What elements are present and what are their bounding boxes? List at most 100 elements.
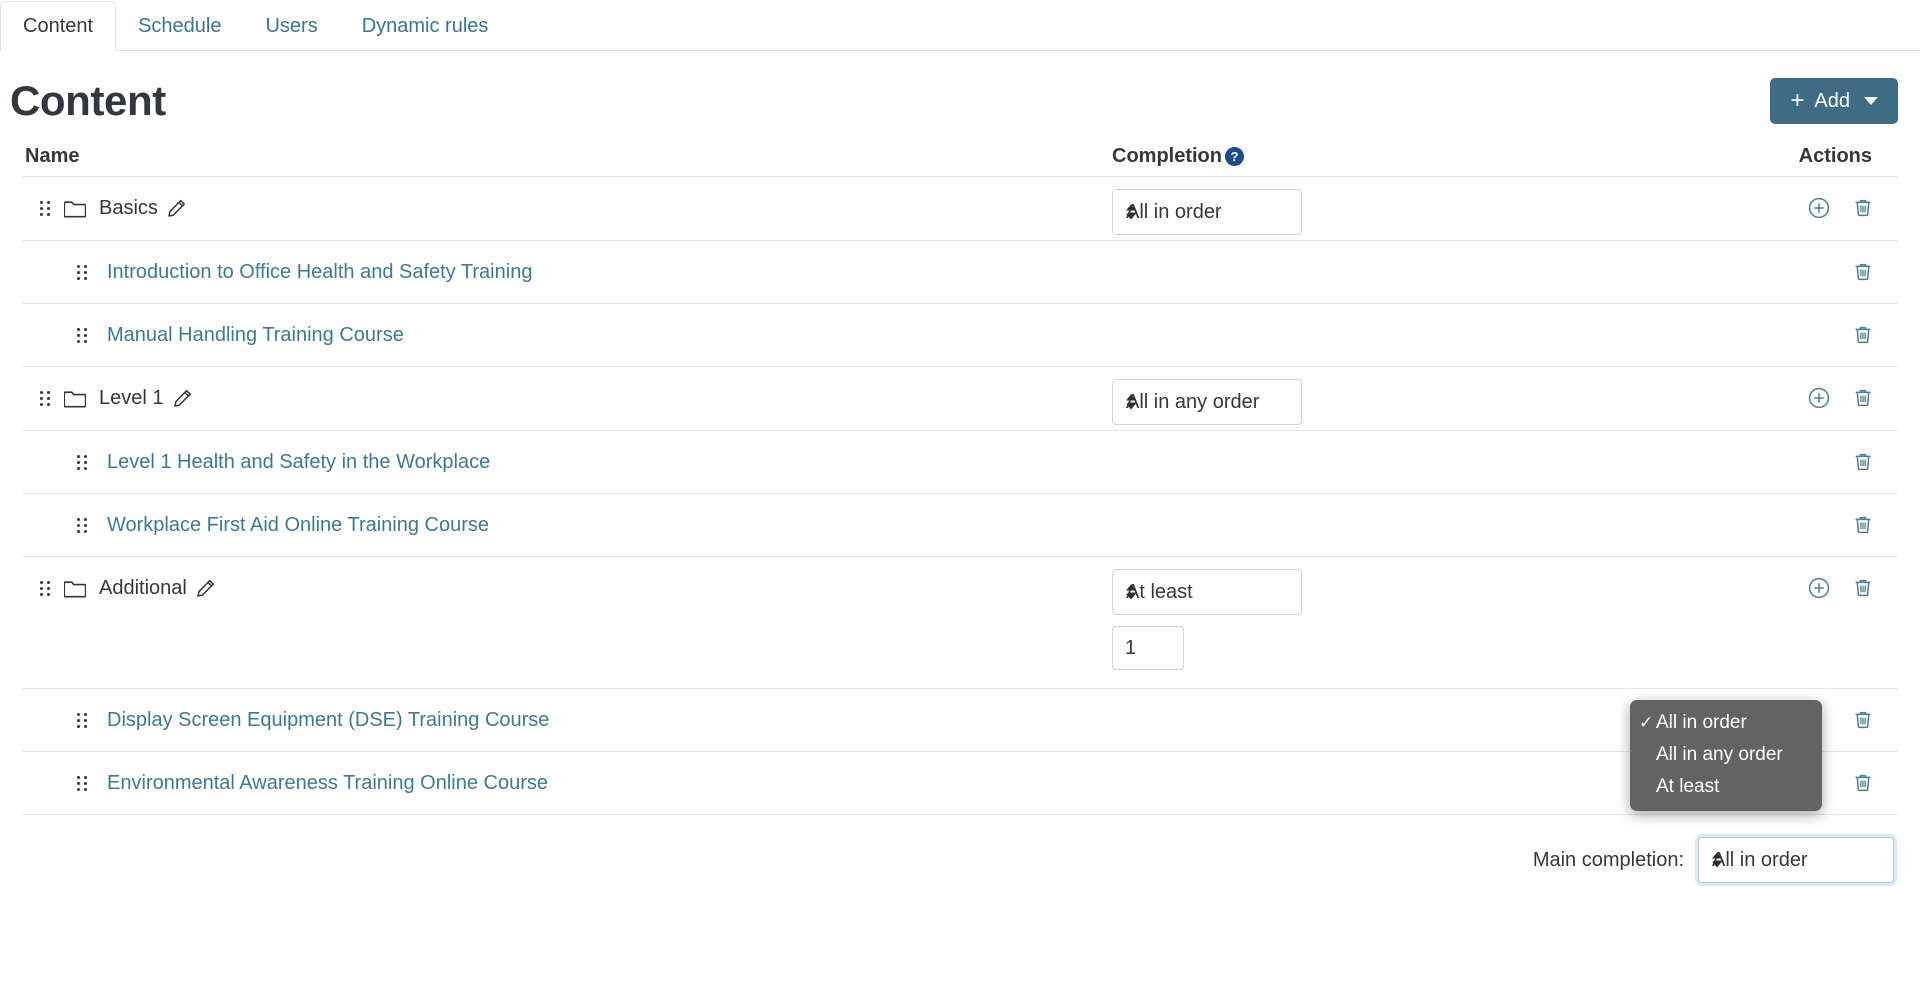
drag-handle-icon[interactable] [40,580,50,596]
help-icon[interactable]: ? [1225,146,1244,166]
drag-handle-icon[interactable] [77,517,87,533]
select-arrows-icon [1126,584,1288,600]
row-name-cell: Basics [22,177,1112,239]
table-row: Workplace First Aid Online Training Cour… [22,494,1898,557]
tab-label: Content [23,15,94,37]
row-completion-cell [1112,241,1772,253]
trash-icon[interactable] [1852,197,1874,219]
dropdown-option-at-least[interactable]: At least [1630,771,1822,803]
check-icon: ✓ [1639,713,1654,732]
main-completion-select[interactable]: All in order [1698,837,1894,883]
table-row: Level 1 Health and Safety in the Workpla… [22,431,1898,494]
row-completion-cell: At least [1112,557,1772,670]
plus-circle-icon[interactable] [1808,197,1830,219]
table-row: Level 1 All in any order [22,367,1898,431]
table-row: Environmental Awareness Training Online … [22,752,1898,815]
plus-icon: + [1790,87,1805,114]
tab-label: Users [265,15,318,37]
dropdown-option-all-in-order[interactable]: ✓ All in order [1630,707,1822,739]
content-item-link[interactable]: Workplace First Aid Online Training Cour… [107,514,489,537]
drag-handle-icon[interactable] [77,775,87,791]
completion-amount-input[interactable] [1112,626,1184,670]
select-arrows-icon [1126,394,1288,410]
content-item-link[interactable]: Level 1 Health and Safety in the Workpla… [107,451,490,474]
row-actions-cell [1772,367,1898,429]
plus-circle-icon[interactable] [1808,387,1830,409]
completion-select[interactable]: At least [1112,569,1302,615]
dropdown-option-label: At least [1656,776,1720,797]
main-completion-footer: Main completion: All in order ✓ All in o… [0,700,1920,883]
row-name-cell: Introduction to Office Health and Safety… [22,241,1112,303]
trash-icon[interactable] [1852,709,1874,731]
tab-dynamic-rules[interactable]: Dynamic rules [340,1,511,51]
content-item-link[interactable]: Introduction to Office Health and Safety… [107,261,532,284]
row-name-cell: Environmental Awareness Training Online … [22,752,1112,814]
content-item-link[interactable]: Environmental Awareness Training Online … [107,772,548,795]
tab-label: Dynamic rules [361,15,489,37]
main-completion-dropdown-menu: ✓ All in order All in any order At least [1630,700,1822,811]
trash-icon[interactable] [1852,387,1874,409]
folder-icon [64,579,86,598]
row-name-cell: Workplace First Aid Online Training Cour… [22,494,1112,556]
trash-icon[interactable] [1852,772,1874,794]
pencil-edit-icon[interactable] [196,579,215,598]
table-header-row: Name Completion ? Actions [22,129,1898,177]
trash-icon[interactable] [1852,577,1874,599]
tab-bar: Content Schedule Users Dynamic rules [0,0,1920,51]
row-name-cell: Additional [22,557,1112,619]
row-actions-cell [1772,304,1898,366]
column-header-actions: Actions [1798,145,1872,167]
completion-select[interactable]: All in order [1112,189,1302,235]
main-completion-label: Main completion: [1532,848,1684,871]
folder-icon [64,199,86,218]
row-completion-cell [1112,494,1772,506]
pencil-edit-icon[interactable] [173,389,192,408]
trash-icon[interactable] [1852,261,1874,283]
folder-icon [64,389,86,408]
drag-handle-icon[interactable] [77,712,87,728]
trash-icon[interactable] [1852,451,1874,473]
content-item-link[interactable]: Display Screen Equipment (DSE) Training … [107,709,549,732]
add-button[interactable]: + Add [1770,78,1898,124]
page-title: Content [10,77,166,124]
dropdown-option-all-in-any-order[interactable]: All in any order [1630,739,1822,771]
dropdown-option-label: All in order [1656,712,1747,733]
group-label: Basics [99,196,158,219]
row-completion-cell: All in any order [1112,367,1772,430]
drag-handle-icon[interactable] [40,390,50,406]
tab-schedule[interactable]: Schedule [116,1,243,51]
row-name-cell: Level 1 Health and Safety in the Workpla… [22,431,1112,493]
tab-label: Schedule [138,15,222,37]
table-row: Manual Handling Training Course [22,304,1898,367]
group-label: Additional [99,576,187,599]
row-completion-cell: All in order [1112,177,1772,240]
drag-handle-icon[interactable] [77,454,87,470]
table-row: Display Screen Equipment (DSE) Training … [22,689,1898,752]
table-row: Basics All in order [22,177,1898,241]
row-completion-cell [1112,304,1772,316]
column-header-completion: Completion ? [1112,145,1772,168]
drag-handle-icon[interactable] [77,327,87,343]
column-header-completion-label: Completion [1112,145,1222,167]
trash-icon[interactable] [1852,324,1874,346]
group-label: Level 1 [99,386,164,409]
row-name-cell: Manual Handling Training Course [22,304,1112,366]
tab-content[interactable]: Content [0,1,117,51]
row-name-cell: Display Screen Equipment (DSE) Training … [22,689,1112,751]
content-item-link[interactable]: Manual Handling Training Course [107,324,404,347]
drag-handle-icon[interactable] [77,264,87,280]
chevron-down-icon [1864,97,1878,105]
add-button-label: Add [1814,89,1850,112]
pencil-edit-icon[interactable] [167,199,186,218]
table-row: Additional At least [22,557,1898,689]
drag-handle-icon[interactable] [40,200,50,216]
completion-select[interactable]: All in any order [1112,379,1302,425]
row-actions-cell [1772,177,1898,239]
table-row: Introduction to Office Health and Safety… [22,241,1898,304]
row-actions-cell [1772,431,1898,493]
trash-icon[interactable] [1852,514,1874,536]
dropdown-option-label: All in any order [1656,744,1783,765]
column-header-name: Name [25,145,80,167]
tab-users[interactable]: Users [243,1,339,51]
plus-circle-icon[interactable] [1808,577,1830,599]
